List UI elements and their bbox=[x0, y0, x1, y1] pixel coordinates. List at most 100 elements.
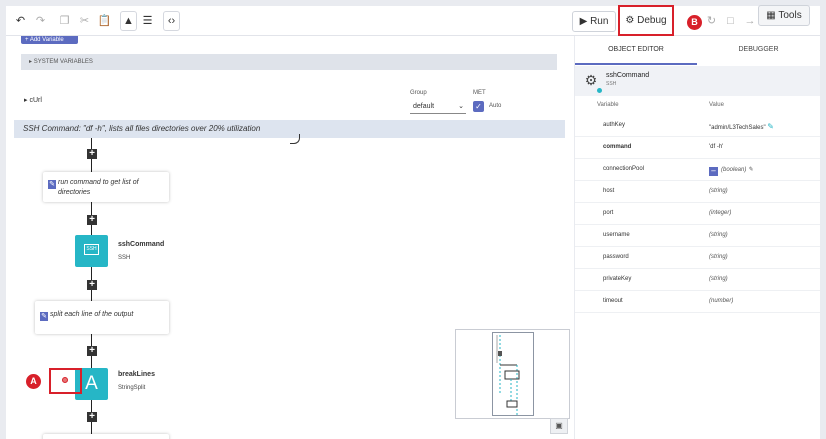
cut-icon[interactable]: ✂ bbox=[76, 11, 93, 31]
edit-link-icon[interactable]: ✎ bbox=[767, 122, 774, 131]
minimap-flow-preview bbox=[496, 335, 520, 415]
node-title: sshCommand bbox=[118, 241, 165, 248]
table-row[interactable]: username (string) bbox=[575, 225, 820, 247]
tools-icon: ▦ bbox=[766, 10, 776, 21]
group-label: Group bbox=[410, 90, 427, 96]
add-variable-button[interactable]: + Add Variable bbox=[21, 36, 78, 44]
table-row[interactable]: authKey "admin/L3TechSales" ✎ bbox=[575, 115, 820, 137]
variable-value[interactable]: (string) bbox=[709, 254, 728, 260]
add-step-button[interactable]: + bbox=[87, 412, 97, 422]
chevron-down-icon: ⌄ bbox=[458, 103, 464, 110]
object-name: sshCommand bbox=[606, 72, 650, 79]
node-title: breakLines bbox=[118, 371, 155, 378]
variable-value[interactable]: "admin/L3TechSales" ✎ bbox=[709, 122, 774, 131]
note-node[interactable]: ✎ run command to get list of directories bbox=[43, 172, 169, 202]
variable-value[interactable]: (string) bbox=[709, 276, 728, 282]
paste-icon[interactable]: 📋 bbox=[96, 11, 113, 31]
system-variables-section[interactable]: ▸ SYSTEM VARIABLES bbox=[21, 54, 557, 70]
stop-icon[interactable]: □ bbox=[722, 11, 739, 31]
callout-badge-b: B bbox=[687, 15, 702, 30]
add-step-button[interactable]: + bbox=[87, 280, 97, 290]
run-button[interactable]: ▶ Run bbox=[572, 11, 616, 32]
note-text: split each line of the output bbox=[50, 311, 134, 318]
code-view-icon[interactable]: ‹› bbox=[163, 11, 180, 31]
variable-value-text: (boolean) bbox=[721, 167, 747, 173]
tab-object-editor[interactable]: OBJECT EDITOR bbox=[575, 36, 697, 65]
add-step-button[interactable]: + bbox=[87, 149, 97, 159]
redo-icon[interactable]: ↷ bbox=[32, 11, 49, 31]
callout-badge-a: A bbox=[26, 374, 41, 389]
variable-value[interactable]: (number) bbox=[709, 298, 733, 304]
flow-connector-curve bbox=[290, 134, 300, 144]
table-row[interactable]: password (string) bbox=[575, 247, 820, 269]
debug-button[interactable]: ⚙ Debug bbox=[618, 5, 674, 36]
tools-label: Tools bbox=[778, 10, 802, 21]
undo-icon[interactable]: ↶ bbox=[12, 11, 29, 31]
curl-section[interactable]: ▸ cUrl bbox=[24, 96, 42, 104]
run-label: Run bbox=[590, 16, 609, 27]
ssh-icon: SSH bbox=[84, 244, 99, 255]
column-header-variable: Variable bbox=[597, 102, 619, 108]
status-dot bbox=[597, 88, 602, 93]
table-row[interactable]: host (string) bbox=[575, 181, 820, 203]
variable-name: port bbox=[603, 210, 614, 216]
tree-layout-icon[interactable]: ▲ bbox=[120, 11, 137, 31]
debug-label: Debug bbox=[637, 15, 667, 26]
add-step-button[interactable]: + bbox=[87, 215, 97, 225]
curl-label: cUrl bbox=[29, 97, 42, 104]
ssh-node-icon[interactable]: SSH bbox=[75, 235, 108, 267]
step-over-icon[interactable]: → bbox=[740, 11, 760, 31]
pencil-icon[interactable]: ✎ bbox=[748, 167, 753, 173]
list-layout-icon[interactable]: ☰ bbox=[139, 11, 156, 31]
breakpoint-dot-icon[interactable] bbox=[62, 377, 68, 383]
note-icon: ✎ bbox=[48, 180, 56, 189]
note-node[interactable]: ✎ split each line of the output bbox=[35, 301, 169, 334]
minimap[interactable] bbox=[455, 329, 570, 419]
boolean-toggle[interactable]: – bbox=[709, 167, 718, 176]
next-node[interactable] bbox=[43, 434, 169, 439]
table-row[interactable]: privateKey (string) bbox=[575, 269, 820, 291]
copy-icon[interactable]: ❐ bbox=[56, 11, 73, 31]
table-row[interactable]: port (integer) bbox=[575, 203, 820, 225]
group-select[interactable]: default ⌄ bbox=[410, 100, 466, 114]
variable-name: authKey bbox=[603, 122, 626, 128]
auto-checkbox[interactable]: ✓ bbox=[473, 101, 484, 112]
variable-name: password bbox=[603, 254, 629, 260]
debug-bug-icon: ⚙ bbox=[625, 15, 635, 26]
minimap-viewport[interactable] bbox=[492, 332, 534, 416]
gear-icon: ⚙ bbox=[584, 72, 598, 88]
step-back-icon[interactable]: ↻ bbox=[703, 11, 720, 31]
column-header-value: Value bbox=[709, 102, 724, 108]
note-icon: ✎ bbox=[40, 312, 48, 321]
met-label: MET bbox=[473, 90, 486, 96]
table-row[interactable]: command 'df -h' bbox=[575, 137, 820, 159]
note-text: run command to get list of directories bbox=[58, 179, 139, 196]
object-type: SSH bbox=[606, 81, 617, 87]
variable-name: connectionPool bbox=[603, 166, 645, 172]
add-step-button[interactable]: + bbox=[87, 346, 97, 356]
variable-value[interactable]: – (boolean) ✎ bbox=[709, 166, 753, 176]
node-subtitle: SSH bbox=[118, 255, 131, 261]
variable-name: privateKey bbox=[603, 276, 632, 282]
variable-name: timeout bbox=[603, 298, 623, 304]
variable-value-text: "admin/L3TechSales" bbox=[709, 125, 766, 131]
table-row[interactable]: timeout (number) bbox=[575, 291, 820, 313]
flow-canvas[interactable]: + Add Variable ▸ SYSTEM VARIABLES ▸ cUrl… bbox=[6, 36, 574, 439]
table-row[interactable]: connectionPool – (boolean) ✎ bbox=[575, 159, 820, 181]
object-header: ⚙ sshCommand SSH bbox=[575, 66, 820, 96]
system-variables-label: SYSTEM VARIABLES bbox=[33, 59, 93, 65]
minimap-toggle-icon[interactable]: ▣ bbox=[550, 418, 568, 434]
variable-name: host bbox=[603, 188, 615, 194]
side-panel: OBJECT EDITOR DEBUGGER ⚙ sshCommand SSH … bbox=[575, 36, 820, 439]
variable-value[interactable]: (string) bbox=[709, 232, 728, 238]
auto-label: Auto bbox=[489, 103, 502, 109]
variable-name: username bbox=[603, 232, 630, 238]
tools-button[interactable]: ▦ Tools bbox=[758, 5, 810, 26]
variable-value[interactable]: (string) bbox=[709, 188, 728, 194]
variable-name: command bbox=[603, 144, 632, 150]
variable-value[interactable]: 'df -h' bbox=[709, 144, 723, 150]
play-icon: ▶ bbox=[579, 16, 588, 27]
tab-debugger[interactable]: DEBUGGER bbox=[697, 36, 820, 65]
variable-value[interactable]: (integer) bbox=[709, 210, 731, 216]
node-subtitle: StringSplit bbox=[118, 385, 146, 391]
